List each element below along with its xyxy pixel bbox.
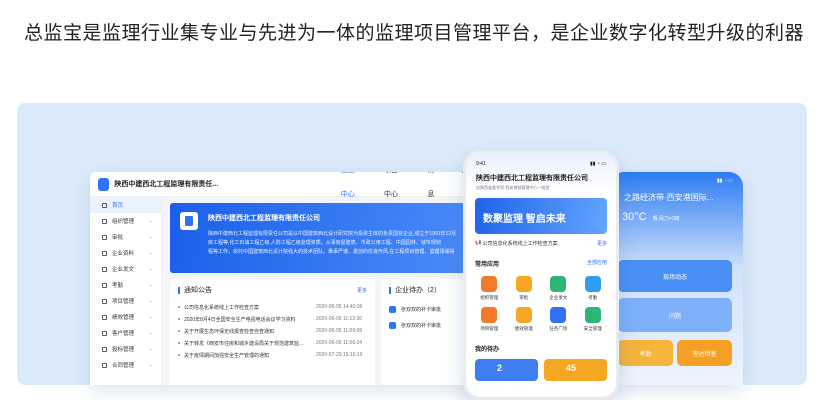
company-banner: 陕西中建西北工程监理有限责任公司 陕西中建西北工程监理有限责任公司是以中国建筑西… <box>170 203 472 273</box>
megaphone-icon: 📢 <box>475 240 483 246</box>
notice-row[interactable]: 关于开展生态环保无线报查检查自查通知 2020-06-05 11:09:09 <box>178 325 367 337</box>
approval-icon <box>102 234 107 240</box>
task-icon <box>389 305 396 313</box>
chart-icon <box>515 307 532 323</box>
project-icon <box>481 307 498 323</box>
sidebar-item-org[interactable]: 组织管理 ⌄ <box>90 213 161 229</box>
org-icon <box>102 218 107 224</box>
app-org[interactable]: 组织管理 <box>472 276 507 301</box>
main-content: 陕西中建西北工程监理有限责任公司 陕西中建西北工程监理有限责任公司是以中国建筑西… <box>162 197 480 385</box>
todo-count-card[interactable]: 2 <box>475 359 538 381</box>
notice-row[interactable]: 公司信息化系统线上工作检查方案 2020-06-05 14:40:36 <box>178 301 367 313</box>
apps-grid: 组织管理 审批 企业发文 考勤 项目管理 绩效管理 任务广场 安全管理 <box>472 276 610 332</box>
tile-inspection[interactable]: 签达检查 <box>677 340 732 366</box>
sidebar-item-docs[interactable]: 企业资料 ⌄ <box>90 245 161 261</box>
banner-text: 房工程等,化工石油工程乙级,人防工程乙级监理资质。从事房屋建筑、市政公用工程、中… <box>208 240 441 246</box>
app-projects[interactable]: 项目管理 <box>472 307 507 332</box>
chevron-down-icon: ⌄ <box>148 266 153 272</box>
notice-more-link[interactable]: 更多 <box>357 287 367 294</box>
apps-title: 常用应用 <box>475 262 500 268</box>
chevron-down-icon: ⌄ <box>148 362 153 368</box>
app-approval[interactable]: 审批 <box>507 276 542 301</box>
sidebar-item-projects[interactable]: 项目管理 ⌄ <box>90 293 161 309</box>
chevron-down-icon: ⌄ <box>148 346 153 352</box>
sidebar-item-approval[interactable]: 审批 ⌄ <box>90 229 161 245</box>
org-icon <box>481 276 498 292</box>
sidebar-item-attendance[interactable]: 考勤 ⌄ <box>90 277 161 293</box>
app-attendance[interactable]: 考勤 <box>576 276 611 301</box>
desktop-window: 陕西中建西北工程监理有限责任... 企业中心 项目中心 消息 我 首页 组织管理… <box>90 172 480 385</box>
notice-more-link[interactable]: 更多 <box>597 240 607 247</box>
notice-row[interactable]: 关于疫情期间加强安全生产管理的通知 2020-07-29 15:16:19 <box>178 349 367 361</box>
phone-notice[interactable]: 📢 公司信息化系统线上工作检查方案 更多 <box>475 240 607 247</box>
document-icon <box>102 266 107 272</box>
folder-icon <box>102 250 107 256</box>
home-icon <box>102 202 107 208</box>
document-icon <box>550 276 567 292</box>
chevron-down-icon: ⌄ <box>148 282 153 288</box>
notice-row[interactable]: 2020年8月4日全国安全生产电视电话会议学习资料 2020-06-05 11:1… <box>178 313 367 325</box>
task-icon <box>550 307 567 323</box>
contract-icon <box>102 362 107 368</box>
phone-time: 9:41 <box>476 161 486 167</box>
clock-icon <box>584 276 601 292</box>
chevron-down-icon: ⌄ <box>148 298 153 304</box>
banner-title: 陕西中建西北工程监理有限责任公司 <box>208 215 320 222</box>
user-icon <box>102 330 107 336</box>
chevron-down-icon: ⌄ <box>148 314 153 320</box>
notice-card: 通知公告 更多 公司信息化系统线上工作检查方案 2020-06-05 14:40:3… <box>170 279 375 385</box>
company-name: 陕西中建西北工程监理有限责任... <box>114 181 219 188</box>
headline: 总监宝是监理行业集专业与先进为一体的监理项目管理平台，是企业数字化转型升级的利器 <box>23 23 804 44</box>
todo-summary: 2 45 <box>475 359 607 381</box>
todo-count-card[interactable]: 45 <box>544 359 607 381</box>
chevron-down-icon: ⌄ <box>148 330 153 336</box>
tile-issues[interactable]: 问题 <box>618 298 732 332</box>
all-apps-link[interactable]: 全部应用 <box>587 259 607 268</box>
project-title: 之路经济带·西安港国际... <box>624 193 714 202</box>
chart-icon <box>102 314 107 320</box>
chevron-down-icon: ⌄ <box>148 250 153 256</box>
app-dispatch[interactable]: 企业发文 <box>541 276 576 301</box>
todo-title: 企业待办（2） <box>395 287 441 294</box>
sidebar: 首页 组织管理 ⌄ 审批 ⌄ 企业资料 ⌄ 企业发文 ⌄ 考勤 ⌄ 项目管理 ⌄ 绩效管理 ⌄… <box>90 197 162 385</box>
tile-site-dynamics[interactable]: 现场动态 <box>618 260 732 292</box>
phone-company: 陕西中建西北工程监理有限责任公司 <box>476 175 588 182</box>
todo-card: 企业待办（2） 张双双的补卡审批 张双双的补卡审批 <box>381 279 472 385</box>
company-logo-icon <box>98 177 110 191</box>
app-tasks[interactable]: 任务广场 <box>541 307 576 332</box>
bid-icon <box>102 346 107 352</box>
app-performance[interactable]: 绩效管理 <box>507 307 542 332</box>
right-phone: ▮▮ ◔ ▭ 之路经济带·西安港国际... 30°C 晴 风力<3级 现场动态 问… <box>610 172 743 385</box>
clock-icon <box>102 282 107 288</box>
todo-item[interactable]: 张双双的补卡审批 <box>389 317 464 333</box>
banner-text: 程等工作。依托中国建筑西北设计院强大的技术团队。秉承严谨、勇创的优良作风,在工程… <box>208 249 455 255</box>
weather: 30°C 晴 风力<3级 <box>622 211 680 223</box>
task-icon <box>389 321 396 329</box>
center-phone: 9:41 ▮▮ ◔ ▭ 陕西中建西北工程监理有限责任公司 由陕西省委专项·西安地铁… <box>463 150 619 400</box>
sidebar-item-contracts[interactable]: 合同管理 ⌄ <box>90 357 161 373</box>
notice-row[interactable]: 关于转发《西安市住房和城乡建设局关于规范建筑监... 2020-06-05 11:… <box>178 337 367 349</box>
sidebar-item-home[interactable]: 首页 <box>90 197 161 213</box>
notice-title: 通知公告 <box>184 287 212 294</box>
status-icons: ▮▮ ◔ ▭ <box>589 161 606 167</box>
building-icon <box>180 212 198 230</box>
approval-icon <box>515 276 532 292</box>
status-icons: ▮▮ ◔ ▭ <box>716 178 733 184</box>
phone-subtitle: 由陕西省委专项·西安地铁管理中心一组控 <box>476 185 550 190</box>
my-todo-title: 我的待办 <box>475 347 500 353</box>
todo-item[interactable]: 张双双的补卡审批 <box>389 301 464 317</box>
phone-banner: 数聚监理 智启未来 <box>475 198 607 234</box>
chevron-down-icon: ⌄ <box>148 234 153 240</box>
shield-icon <box>584 307 601 323</box>
banner-text: 陕西中建西北工程监理有限责任公司是以中国建筑西北设计研究院为投资主体的负责国有企… <box>208 231 457 237</box>
tile-attendance[interactable]: 考勤 <box>618 340 673 366</box>
sidebar-item-bidding[interactable]: 投标管理 ⌄ <box>90 341 161 357</box>
sidebar-item-dispatch[interactable]: 企业发文 ⌄ <box>90 261 161 277</box>
desktop-topbar: 陕西中建西北工程监理有限责任... 企业中心 项目中心 消息 我 <box>90 172 480 209</box>
sidebar-item-performance[interactable]: 绩效管理 ⌄ <box>90 309 161 325</box>
sidebar-item-customers[interactable]: 客户管理 ⌄ <box>90 325 161 341</box>
app-safety[interactable]: 安全管理 <box>576 307 611 332</box>
chevron-down-icon: ⌄ <box>148 218 153 224</box>
project-icon <box>102 298 107 304</box>
